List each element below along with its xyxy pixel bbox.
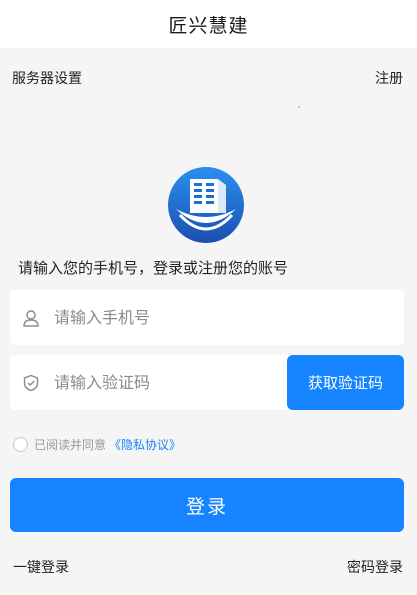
agreement-text: 已阅读并同意 bbox=[34, 438, 107, 452]
code-input[interactable] bbox=[54, 373, 288, 392]
get-code-button[interactable]: 获取验证码 bbox=[287, 355, 404, 410]
decorative-dot bbox=[298, 106, 300, 108]
password-login-link[interactable]: 密码登录 bbox=[347, 557, 403, 577]
server-settings-link[interactable]: 服务器设置 bbox=[12, 68, 82, 88]
building-logo-icon bbox=[168, 167, 244, 243]
header-bar: 匠兴慧建 bbox=[0, 0, 417, 48]
login-prompt: 请输入您的手机号，登录或注册您的账号 bbox=[18, 259, 289, 277]
privacy-policy-link[interactable]: 《隐私协议》 bbox=[109, 436, 181, 453]
login-button[interactable]: 登录 bbox=[10, 478, 404, 532]
one-click-login-link[interactable]: 一键登录 bbox=[13, 557, 69, 577]
agreement-checkbox[interactable] bbox=[13, 437, 28, 452]
phone-input[interactable] bbox=[54, 308, 334, 327]
user-icon bbox=[23, 309, 39, 327]
page-title: 匠兴慧建 bbox=[168, 14, 249, 37]
phone-field[interactable] bbox=[10, 290, 404, 345]
code-field[interactable] bbox=[10, 355, 288, 410]
privacy-agreement: 已阅读并同意 《隐私协议》 bbox=[13, 436, 181, 453]
register-link[interactable]: 注册 bbox=[375, 68, 403, 88]
shield-icon bbox=[23, 374, 39, 391]
